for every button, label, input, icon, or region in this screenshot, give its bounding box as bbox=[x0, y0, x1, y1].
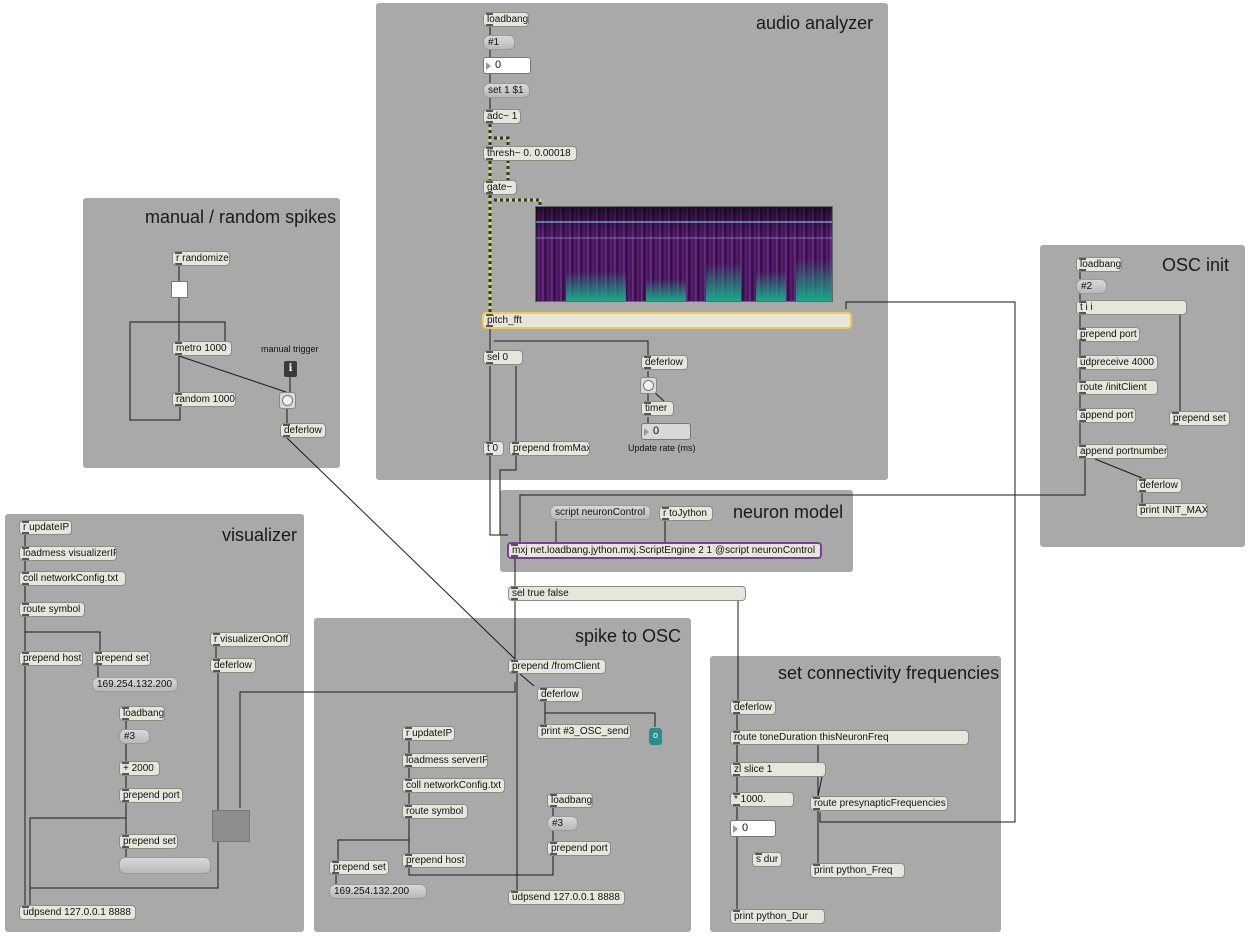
vis-udpsend-object[interactable]: udpsend 127.0.0.1 8888 bbox=[19, 905, 136, 920]
manual-trigger-label: manual trigger bbox=[261, 344, 319, 354]
arg-message[interactable]: #1 bbox=[483, 35, 515, 50]
spike-route-symbol-object[interactable]: route symbol bbox=[402, 804, 468, 819]
adc-object[interactable]: adc~ 1 bbox=[483, 109, 521, 124]
gate-switch-control[interactable] bbox=[212, 810, 250, 842]
set-message[interactable]: set 1 $1 bbox=[483, 83, 530, 98]
script-neuron-control-message[interactable]: script neuronControl bbox=[550, 505, 651, 520]
vis-loadbang-object[interactable]: loadbang bbox=[119, 706, 165, 721]
plus-2000-object[interactable]: + 2000 bbox=[119, 761, 160, 776]
multiply-object[interactable]: * 1000. bbox=[730, 792, 794, 807]
vis-empty-message[interactable] bbox=[119, 857, 211, 874]
print-init-max-object[interactable]: print INIT_MAX bbox=[1136, 503, 1208, 518]
audio-deferlow-object[interactable]: deferlow bbox=[641, 355, 688, 370]
print-python-dur-object[interactable]: print python_Dur bbox=[730, 909, 825, 924]
osc-init-title: OSC init bbox=[1162, 255, 1230, 275]
audio-analyzer-title: audio analyzer bbox=[756, 13, 874, 33]
manual-random-title: manual / random spikes bbox=[145, 207, 337, 227]
prepend-from-max-object[interactable]: prepend fromMax bbox=[509, 441, 590, 456]
manual-deferlow-object[interactable]: deferlow bbox=[280, 423, 326, 438]
manual-trigger-bang-button[interactable] bbox=[279, 392, 296, 409]
vis-coll-object[interactable]: coll networkConfig.txt bbox=[19, 571, 126, 586]
spike-coll-object[interactable]: coll networkConfig.txt bbox=[402, 778, 505, 793]
randomize-toggle[interactable] bbox=[171, 281, 188, 298]
t-i-i-object[interactable]: t i i bbox=[1076, 300, 1187, 315]
gate-object[interactable]: gate~ bbox=[483, 180, 517, 195]
t-0-object[interactable]: t 0 bbox=[483, 441, 504, 456]
visualizer-title: visualizer bbox=[222, 525, 298, 545]
spectrogram-display bbox=[535, 206, 833, 302]
r-randomize-object[interactable]: r randomize bbox=[172, 251, 230, 266]
vis-deferlow-object[interactable]: deferlow bbox=[210, 658, 256, 673]
vis-ip-message[interactable]: 169.254.132.200 bbox=[92, 677, 178, 692]
s-dur-object[interactable]: s dur bbox=[752, 852, 782, 867]
osc-arg-message[interactable]: #2 bbox=[1076, 279, 1107, 294]
mxj-script-engine-object[interactable]: mxj net.loadbang.jython.mxj.ScriptEngine… bbox=[507, 542, 822, 559]
r-to-jython-object[interactable]: r toJython bbox=[659, 506, 713, 521]
spike-prepend-port-object[interactable]: prepend port bbox=[547, 841, 611, 856]
route-init-client-object[interactable]: route /initClient bbox=[1076, 380, 1158, 395]
update-rate-number-box[interactable]: 0 bbox=[641, 423, 691, 440]
sel-0-object[interactable]: sel 0 bbox=[483, 350, 523, 365]
spike-r-updateip-object[interactable]: r updateIP bbox=[402, 726, 455, 741]
update-rate-label: Update rate (ms) bbox=[628, 443, 696, 453]
loadmess-visualizerip-object[interactable]: loadmess visualizerIP bbox=[19, 546, 117, 561]
vis-arg-message[interactable]: #3 bbox=[119, 729, 150, 744]
info-icon[interactable]: i bbox=[284, 361, 297, 377]
pitch-fft-object[interactable]: pitch_fft bbox=[482, 312, 852, 329]
route-presynaptic-object[interactable]: route presynapticFrequencies bbox=[810, 796, 948, 811]
set-connectivity-title: set connectivity frequencies bbox=[778, 663, 1000, 683]
spike-to-osc-title: spike to OSC bbox=[575, 626, 682, 646]
spike-udpsend-object[interactable]: udpsend 127.0.0.1 8888 bbox=[508, 890, 625, 905]
timer-object[interactable]: timer bbox=[641, 401, 674, 416]
spike-arg-message[interactable]: #3 bbox=[547, 816, 578, 831]
spike-prepend-set-object[interactable]: prepend set bbox=[329, 860, 389, 875]
append-port-object[interactable]: append port bbox=[1076, 408, 1136, 423]
osc-loadbang-object[interactable]: loadbang bbox=[1076, 257, 1122, 272]
sel-true-false-object[interactable]: sel true false bbox=[508, 586, 746, 601]
udpreceive-object[interactable]: udpreceive 4000 bbox=[1076, 355, 1158, 370]
vis-prepend-host-object[interactable]: prepend host bbox=[19, 651, 83, 666]
osc-prepend-port-object[interactable]: prepend port bbox=[1076, 327, 1140, 342]
print-osc-send-object[interactable]: print #3_OSC_send bbox=[537, 724, 631, 739]
prepend-from-client-object[interactable]: prepend /fromClient bbox=[508, 659, 606, 674]
timer-bang-button[interactable] bbox=[640, 377, 657, 394]
spike-deferlow-object[interactable]: deferlow bbox=[537, 687, 583, 702]
spike-loadbang-object[interactable]: loadbang bbox=[547, 793, 593, 808]
osc-init-panel bbox=[1040, 245, 1245, 547]
vis-prepend-set2-object[interactable]: prepend set bbox=[119, 834, 178, 849]
metro-object[interactable]: metro 1000 bbox=[172, 341, 232, 356]
loadmess-serverip-object[interactable]: loadmess serverIP bbox=[402, 753, 488, 768]
r-visualizer-on-off-object[interactable]: r visualizerOnOff bbox=[210, 632, 291, 647]
vis-prepend-port-object[interactable]: prepend port bbox=[119, 788, 183, 803]
conn-deferlow-object[interactable]: deferlow bbox=[730, 700, 776, 715]
vis-route-symbol-object[interactable]: route symbol bbox=[19, 602, 85, 617]
print-icon[interactable]: o bbox=[649, 728, 662, 745]
channel-number-box[interactable]: 0 bbox=[483, 57, 531, 74]
neuron-model-title: neuron model bbox=[733, 502, 844, 522]
zl-slice-object[interactable]: zl slice 1 bbox=[730, 762, 826, 777]
thresh-object[interactable]: thresh~ 0. 0.00018 bbox=[483, 146, 577, 161]
spike-prepend-host-object[interactable]: prepend host bbox=[402, 853, 467, 868]
vis-prepend-set-object[interactable]: prepend set bbox=[92, 651, 151, 666]
print-python-freq-object[interactable]: print python_Freq bbox=[810, 863, 905, 878]
route-tone-duration-object[interactable]: route toneDuration thisNeuronFreq bbox=[730, 730, 969, 745]
duration-number-box[interactable]: 0 bbox=[730, 820, 776, 837]
osc-prepend-set-object[interactable]: prepend set bbox=[1169, 411, 1230, 426]
loadbang-object[interactable]: loadbang bbox=[483, 12, 529, 27]
spike-ip-message[interactable]: 169.254.132.200 bbox=[329, 884, 427, 899]
append-portnumber-object[interactable]: append portnumber bbox=[1076, 444, 1168, 459]
random-object[interactable]: random 1000 bbox=[172, 392, 236, 407]
vis-r-updateip-object[interactable]: r updateIP bbox=[19, 520, 72, 535]
osc-deferlow-object[interactable]: deferlow bbox=[1136, 478, 1182, 493]
